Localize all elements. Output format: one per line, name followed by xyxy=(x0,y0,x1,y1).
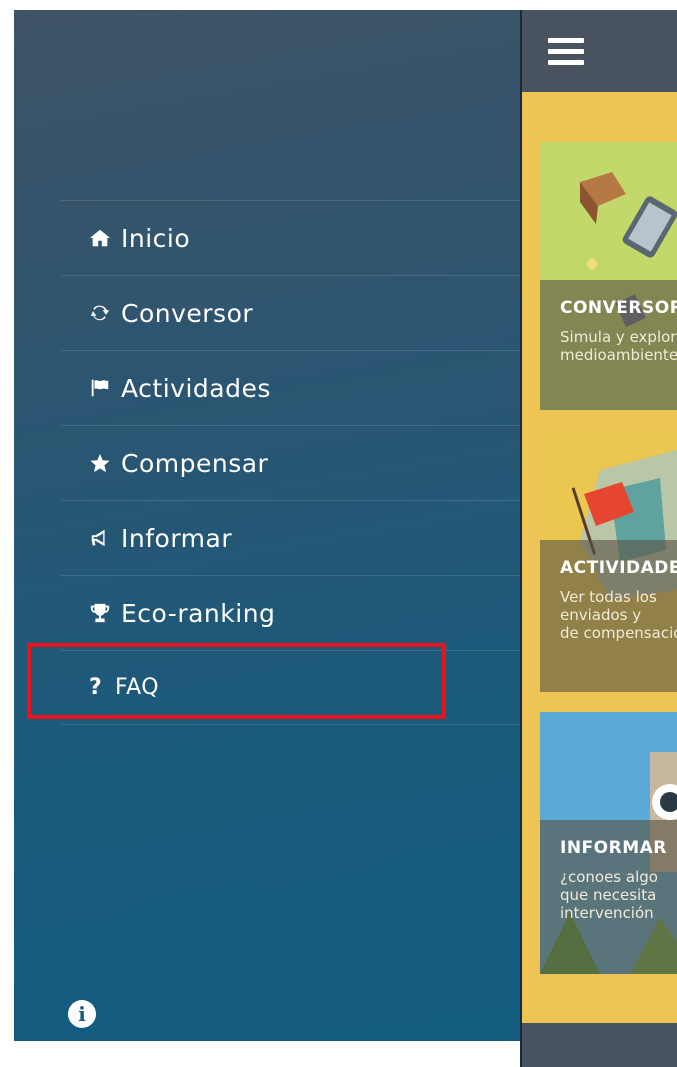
main-content: CONVERSOR Simula y explora medioambiente… xyxy=(522,10,677,1067)
card-description-line: que necesita xyxy=(560,886,657,904)
info-glyph: i xyxy=(78,1002,86,1026)
trophy-icon xyxy=(89,602,111,624)
card-actividades[interactable]: ACTIVIDADES Ver todas los enviados y de … xyxy=(540,430,677,692)
menu-item-compensar[interactable]: Compensar xyxy=(61,425,520,500)
card-description-line: Simula y explora xyxy=(560,328,677,346)
side-menu: Inicio Conversor Actividades Compensar I… xyxy=(14,10,520,1041)
card-title: INFORMAR xyxy=(560,838,667,858)
card-description-line: enviados y xyxy=(560,606,642,624)
menu-item-label: Inicio xyxy=(121,223,191,253)
bottom-bar xyxy=(522,1023,677,1067)
card-caption: CONVERSOR Simula y explora medioambiente xyxy=(540,280,677,410)
card-caption: INFORMAR ¿conoes algo que necesita inter… xyxy=(540,820,677,974)
card-description: Ver todas los enviados y de compensación xyxy=(560,588,677,642)
card-description-line: Ver todas los xyxy=(560,588,657,606)
top-bar xyxy=(522,10,677,92)
app-frame: Inicio Conversor Actividades Compensar I… xyxy=(14,10,677,1067)
card-conversor[interactable]: CONVERSOR Simula y explora medioambiente xyxy=(540,142,677,410)
menu-item-label: Actividades xyxy=(121,373,271,403)
card-title: CONVERSOR xyxy=(560,298,677,318)
card-description-line: de compensación xyxy=(560,624,677,642)
card-description-line: ¿conoes algo xyxy=(560,868,658,886)
menu-item-inicio[interactable]: Inicio xyxy=(61,200,520,275)
card-caption: ACTIVIDADES Ver todas los enviados y de … xyxy=(540,540,677,692)
menu-item-conversor[interactable]: Conversor xyxy=(61,275,520,350)
card-description-line: intervención xyxy=(560,904,654,922)
card-description: Simula y explora medioambiente xyxy=(560,328,677,364)
card-title: ACTIVIDADES xyxy=(560,558,677,578)
menu-item-label: Informar xyxy=(121,523,233,553)
card-description-line: medioambiente xyxy=(560,346,677,364)
refresh-icon xyxy=(89,302,111,324)
faq-highlight-box xyxy=(27,643,446,719)
info-icon[interactable]: i xyxy=(68,1000,96,1028)
megaphone-icon xyxy=(89,527,111,549)
menu-item-actividades[interactable]: Actividades xyxy=(61,350,520,425)
menu-item-eco-ranking[interactable]: Eco-ranking xyxy=(61,575,520,650)
hamburger-icon[interactable] xyxy=(548,38,584,65)
menu-item-label: Compensar xyxy=(121,448,269,478)
menu-item-label: Eco-ranking xyxy=(121,598,276,628)
home-icon xyxy=(89,227,111,249)
star-icon xyxy=(89,452,111,474)
menu-item-label: Conversor xyxy=(121,298,254,328)
flag-icon xyxy=(89,377,111,399)
card-description: ¿conoes algo que necesita intervención xyxy=(560,868,677,922)
menu-item-informar[interactable]: Informar xyxy=(61,500,520,575)
card-informar[interactable]: INFORMAR ¿conoes algo que necesita inter… xyxy=(540,712,677,974)
